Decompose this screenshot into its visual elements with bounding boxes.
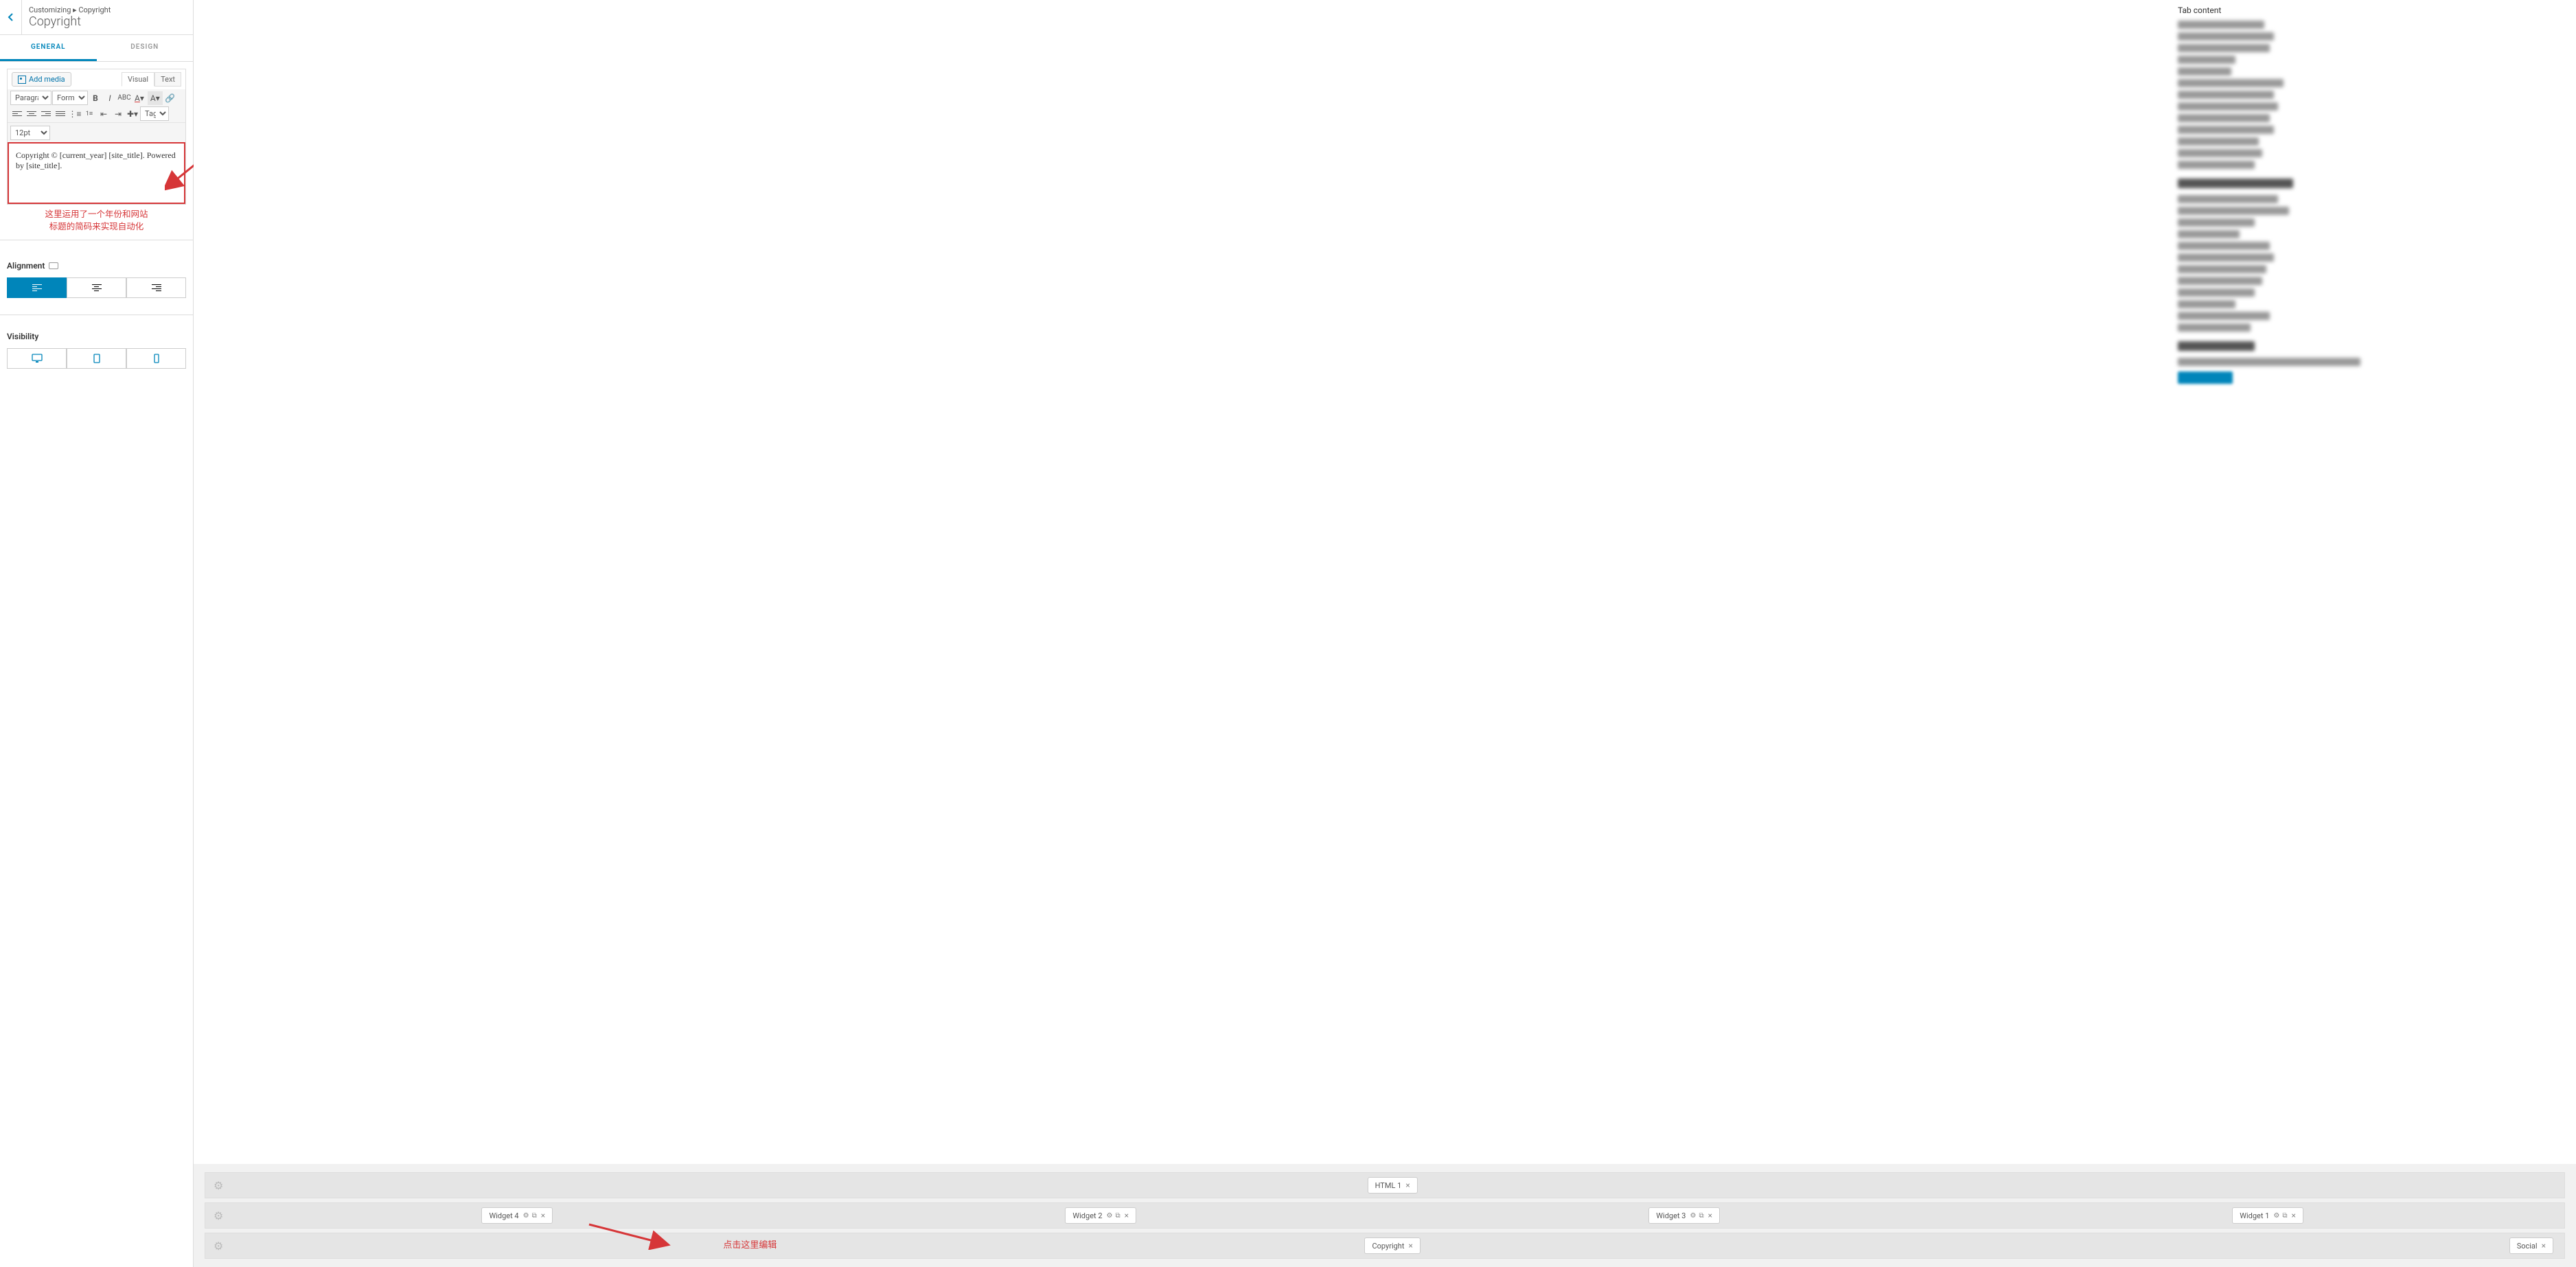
close-icon[interactable]: ×: [1408, 1241, 1412, 1251]
link-button[interactable]: 🔗: [163, 91, 177, 105]
add-media-button[interactable]: Add media: [12, 72, 71, 87]
align-right-button[interactable]: [39, 107, 53, 121]
chip-label: HTML 1: [1375, 1181, 1402, 1190]
responsive-icon: [49, 262, 58, 269]
number-list-button[interactable]: 1≡: [82, 107, 96, 121]
widget-chip-copyright[interactable]: Copyright ×: [1364, 1237, 1420, 1254]
text-color-button[interactable]: A▾: [132, 91, 147, 105]
close-icon[interactable]: ×: [1125, 1211, 1129, 1220]
tablet-icon: [93, 354, 100, 363]
copy-icon[interactable]: ⧉: [1699, 1212, 1703, 1220]
preview-area: Tab content: [194, 0, 2576, 1164]
editor-wrapper: Add media Visual Text Paragraph Format: [7, 69, 186, 205]
close-icon[interactable]: ×: [541, 1211, 545, 1220]
chevron-left-icon: [8, 13, 14, 21]
outdent-button[interactable]: ⇤: [97, 107, 111, 121]
chip-label: Widget 1: [2240, 1211, 2269, 1220]
copy-icon[interactable]: ⧉: [2282, 1212, 2287, 1220]
desktop-icon: [32, 354, 43, 363]
editor-content-area[interactable]: Copyright © [current_year] [site_title].…: [8, 142, 185, 204]
close-icon[interactable]: ×: [1708, 1211, 1712, 1220]
close-icon[interactable]: ×: [2542, 1241, 2546, 1251]
tab-content-heading: Tab content: [2178, 5, 2370, 15]
tab-design[interactable]: DESIGN: [97, 35, 194, 61]
strikethrough-button[interactable]: ABC: [117, 91, 131, 105]
align-left-button[interactable]: [10, 107, 24, 121]
sidebar-header: Customizing ▸ Copyright Copyright: [0, 0, 193, 35]
add-media-label: Add media: [29, 75, 65, 84]
formats-select[interactable]: Formats: [52, 91, 88, 105]
align-left-option[interactable]: [7, 277, 67, 298]
visibility-tablet[interactable]: [67, 348, 126, 369]
panel-title: Copyright: [29, 14, 186, 29]
widget-chip-widget3[interactable]: Widget 3 ⚙⧉ ×: [1648, 1207, 1720, 1224]
paragraph-select[interactable]: Paragraph: [10, 91, 51, 105]
mobile-icon: [154, 354, 159, 363]
bullet-list-button[interactable]: ⋮≡: [68, 107, 82, 121]
preview-tab-content: Tab content: [2178, 5, 2370, 384]
chip-label: Social: [2517, 1242, 2538, 1251]
alignment-section-label: Alignment: [0, 254, 193, 277]
bold-button[interactable]: B: [89, 91, 102, 105]
tags-select[interactable]: Tags: [140, 106, 169, 121]
align-center-button[interactable]: [25, 107, 38, 121]
widget-chip-widget4[interactable]: Widget 4 ⚙⧉ ×: [481, 1207, 553, 1224]
gear-icon[interactable]: ⚙: [2273, 1212, 2279, 1220]
chip-label: Widget 2: [1072, 1211, 1102, 1220]
customizer-sidebar: Customizing ▸ Copyright Copyright GENERA…: [0, 0, 194, 1267]
back-button[interactable]: [0, 0, 22, 34]
bg-color-button[interactable]: A▾: [148, 91, 163, 105]
annotation-shortcode-note: 这里运用了一个年份和网站 标题的简码来实现自动化: [7, 209, 186, 233]
gear-icon[interactable]: ⚙: [1107, 1212, 1113, 1220]
drag-handle-icon[interactable]: ⚙: [214, 1209, 223, 1222]
indent-button[interactable]: ⇥: [111, 107, 125, 121]
editor-toolbar: Paragraph Formats B I ABC A▾ A▾ 🔗: [8, 89, 185, 122]
editor-tab-text[interactable]: Text: [154, 72, 181, 87]
fontsize-select[interactable]: 12pt: [10, 126, 50, 140]
widget-chip-widget2[interactable]: Widget 2 ⚙⧉ ×: [1065, 1207, 1136, 1224]
gear-icon[interactable]: ⚙: [523, 1212, 529, 1220]
copy-icon[interactable]: ⧉: [532, 1212, 537, 1220]
preview-main: Tab content: [194, 0, 2576, 1267]
widget-chip-widget1[interactable]: Widget 1 ⚙⧉ ×: [2232, 1207, 2303, 1224]
chip-label: Copyright: [1372, 1242, 1404, 1251]
drag-handle-icon[interactable]: ⚙: [214, 1179, 223, 1192]
panel-tabs: GENERAL DESIGN: [0, 35, 193, 62]
align-justify-button[interactable]: [54, 107, 67, 121]
insert-button[interactable]: ✚▾: [126, 107, 139, 121]
alignment-segment-group: [0, 277, 193, 305]
widget-chip-html1[interactable]: HTML 1 ×: [1368, 1177, 1418, 1194]
tab-general[interactable]: GENERAL: [0, 35, 97, 61]
visibility-group: [0, 348, 193, 369]
copy-icon[interactable]: ⧉: [1116, 1212, 1120, 1220]
widget-chip-social[interactable]: Social ×: [2509, 1237, 2553, 1254]
align-center-option[interactable]: [67, 277, 126, 298]
editor-tab-visual[interactable]: Visual: [122, 72, 154, 87]
footer-row-html[interactable]: ⚙ HTML 1 ×: [205, 1172, 2565, 1198]
footer-row-widgets[interactable]: ⚙ Widget 4 ⚙⧉ × Widget 2 ⚙⧉ ×: [205, 1202, 2565, 1229]
italic-button[interactable]: I: [103, 91, 117, 105]
drag-handle-icon[interactable]: ⚙: [214, 1240, 223, 1253]
annotation-label-2: 点击这里编辑: [723, 1237, 777, 1251]
align-right-option[interactable]: [126, 277, 186, 298]
gear-icon[interactable]: ⚙: [1690, 1212, 1696, 1220]
footer-row-copyright[interactable]: ⚙ Copyright × 点击这里编辑 Social ×: [205, 1233, 2565, 1259]
close-icon[interactable]: ×: [1405, 1180, 1410, 1190]
visibility-mobile[interactable]: [126, 348, 186, 369]
visibility-desktop[interactable]: [7, 348, 67, 369]
breadcrumb: Customizing ▸ Copyright: [29, 5, 186, 14]
close-icon[interactable]: ×: [2292, 1211, 2296, 1220]
media-icon: [18, 76, 26, 84]
visibility-section-label: Visibility: [0, 325, 193, 348]
chip-label: Widget 4: [489, 1211, 518, 1220]
chip-label: Widget 3: [1656, 1211, 1686, 1220]
